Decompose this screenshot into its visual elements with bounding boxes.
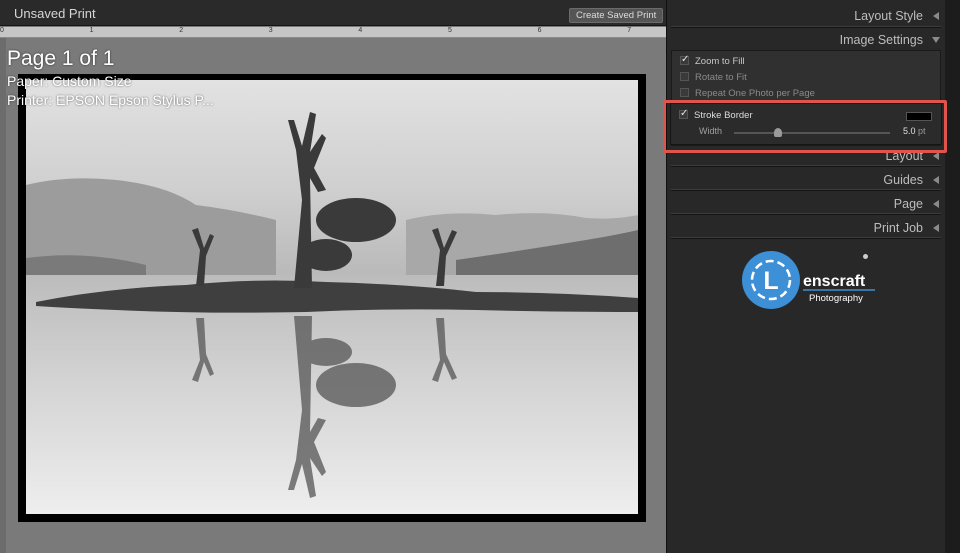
printer-info: Printer: EPSON Epson Stylus P... (7, 92, 214, 108)
image-settings-header[interactable]: Image Settings (667, 29, 945, 51)
panel-divider (671, 26, 941, 28)
zoom-to-fill-label: Zoom to Fill (695, 56, 745, 67)
ruler-tick-label: 5 (448, 27, 452, 34)
page-info-overlay: Page 1 of 1 Paper: Custom Size Printer: … (7, 46, 214, 110)
width-unit: pt (918, 126, 926, 136)
zoom-to-fill-option[interactable]: Zoom to Fill (680, 54, 745, 67)
ruler-tick-label: 7 (627, 27, 632, 34)
print-preview-area: Unsaved Print Create Saved Print 0 1 2 3 4 5 6… (0, 0, 666, 553)
layout-style-label: Layout Style (854, 9, 923, 23)
stroke-border-checkbox[interactable] (679, 108, 688, 119)
repeat-photo-checkbox[interactable] (680, 88, 689, 97)
stroke-color-swatch[interactable] (906, 112, 932, 121)
stroke-border-section: Stroke Border Width 5.0 pt (670, 103, 942, 145)
lenscraft-logo: L enscraft Photography (741, 250, 881, 314)
collapse-arrow-icon (933, 224, 939, 232)
rotate-to-fit-checkbox[interactable] (680, 72, 689, 81)
stroke-border-label: Stroke Border (694, 110, 753, 121)
layout-label: Layout (885, 149, 923, 163)
document-title-bar: Unsaved Print Create Saved Print (0, 0, 666, 26)
repeat-photo-option[interactable]: Repeat One Photo per Page (680, 88, 815, 99)
right-panel: Layout Style Image Settings Zoom to Fill… (666, 0, 960, 553)
ruler-tick-label: 4 (358, 27, 363, 34)
stroke-border-option[interactable]: Stroke Border (679, 108, 753, 121)
panel-divider (671, 213, 941, 215)
logo-letter: L (763, 267, 778, 295)
guides-header[interactable]: Guides (667, 169, 945, 191)
print-job-header[interactable]: Print Job (667, 217, 945, 239)
left-edge-bar (0, 38, 6, 553)
repeat-photo-label: Repeat One Photo per Page (695, 88, 815, 99)
zoom-to-fill-checkbox[interactable] (680, 54, 689, 65)
collapse-arrow-icon (933, 200, 939, 208)
logo-tagline: Photography (809, 293, 863, 304)
layout-header[interactable]: Layout (667, 145, 945, 167)
collapse-arrow-icon (933, 12, 939, 20)
paper-info: Paper: Custom Size (7, 73, 132, 89)
page-label: Page (893, 197, 923, 211)
width-slider[interactable] (734, 128, 890, 137)
expand-arrow-icon (932, 37, 940, 43)
panel-divider (671, 237, 941, 239)
page-header[interactable]: Page (667, 193, 945, 215)
image-settings-label: Image Settings (839, 33, 923, 47)
logo-name: enscraft (803, 273, 866, 290)
width-slider-thumb[interactable] (773, 128, 782, 137)
collapse-arrow-icon (933, 176, 939, 184)
create-saved-print-button[interactable]: Create Saved Print (569, 8, 664, 23)
panel-divider (671, 165, 941, 167)
rotate-to-fit-option[interactable]: Rotate to Fit (680, 72, 747, 83)
page-count: Page 1 of 1 (7, 47, 115, 70)
rotate-to-fit-label: Rotate to Fit (695, 72, 747, 83)
ruler-tick-label: 6 (537, 27, 542, 34)
width-label: Width (699, 126, 723, 136)
print-job-label: Print Job (873, 221, 923, 235)
ruler-tick-label: 0 (0, 27, 4, 34)
horizontal-ruler: 0 1 2 3 4 5 6 7 (0, 27, 666, 38)
ruler-tick-label: 1 (89, 27, 94, 34)
collapse-arrow-icon (933, 152, 939, 160)
photo-preview[interactable] (26, 80, 638, 514)
width-number: 5.0 (903, 126, 916, 136)
layout-style-header[interactable]: Layout Style (667, 5, 945, 27)
document-title: Unsaved Print (14, 6, 96, 21)
width-value[interactable]: 5.0 pt (903, 126, 926, 136)
ruler-tick-label: 2 (179, 27, 184, 34)
guides-label: Guides (883, 173, 923, 187)
panel-scrollbar[interactable] (945, 0, 960, 553)
panel-divider (671, 189, 941, 191)
ruler-tick-label: 3 (268, 27, 273, 34)
